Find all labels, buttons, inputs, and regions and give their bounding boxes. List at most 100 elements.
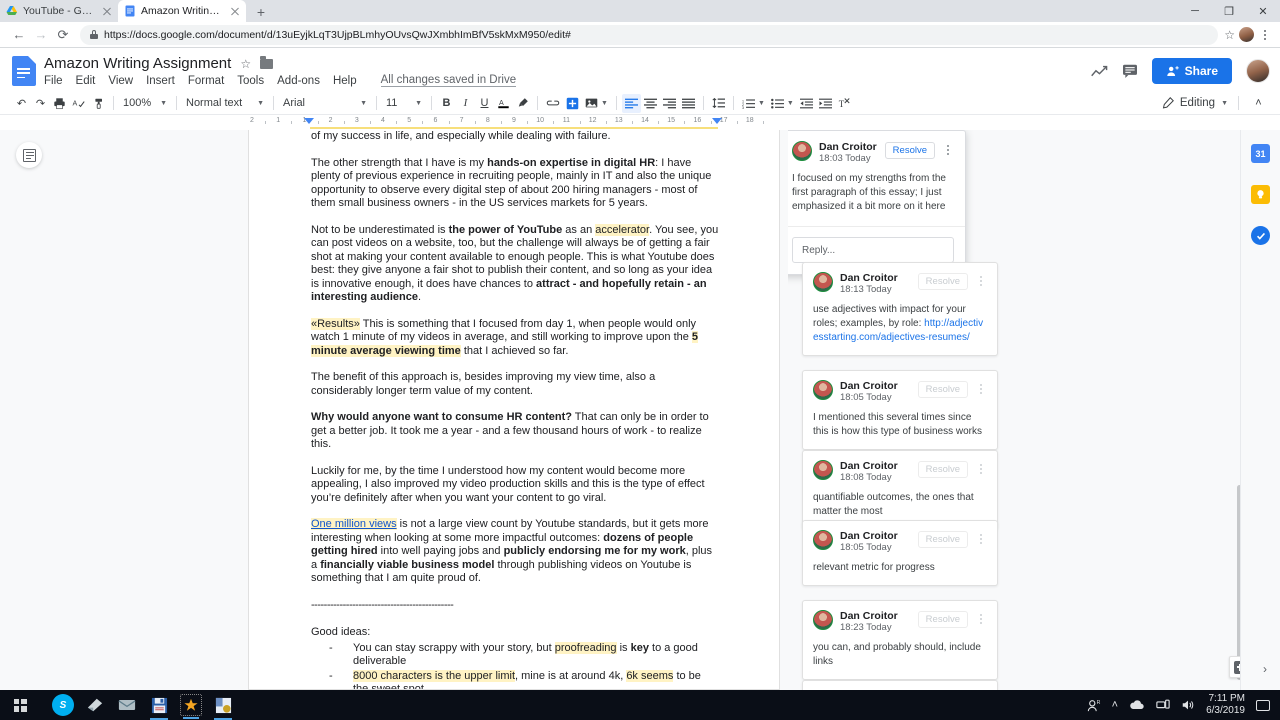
- notes-icon[interactable]: [84, 694, 106, 716]
- media-icon[interactable]: [212, 694, 234, 720]
- clear-formatting-button[interactable]: T: [835, 94, 854, 113]
- forward-icon[interactable]: →: [30, 24, 52, 46]
- resolve-button[interactable]: Resolve: [917, 273, 968, 290]
- share-button[interactable]: Share: [1151, 58, 1232, 84]
- comment-more-options-icon[interactable]: [975, 276, 987, 286]
- browser-tab-amazon-writing-assignment[interactable]: Amazon Writing Assignment - G: [118, 0, 246, 22]
- comment-card[interactable]: Dan Croitor 18:13 Today Resolve use adjecti…: [802, 262, 998, 356]
- resolve-button[interactable]: Resolve: [917, 461, 968, 478]
- start-button[interactable]: [0, 690, 40, 720]
- comment-card[interactable]: Dan Croitor 18:23 Today Resolve you can, an…: [802, 600, 998, 680]
- zoom-select[interactable]: 100% ▼: [119, 94, 171, 113]
- menu-item-view[interactable]: View: [108, 75, 133, 87]
- close-window-button[interactable]: ✕: [1246, 0, 1280, 22]
- document-body[interactable]: of my success in life, and especially wh…: [311, 130, 719, 689]
- menu-item-file[interactable]: File: [44, 75, 63, 87]
- italic-button[interactable]: I: [456, 94, 475, 113]
- align-center-button[interactable]: [641, 94, 660, 113]
- comment-card[interactable]: Dan Croitor 18:05 Today Resolve I mentioned…: [802, 370, 998, 450]
- hide-menus-button[interactable]: ˄: [1249, 94, 1268, 113]
- calendar-icon[interactable]: 31: [1251, 144, 1270, 163]
- menu-item-addons[interactable]: Add-ons: [277, 75, 320, 87]
- menu-item-help[interactable]: Help: [333, 75, 357, 87]
- save-icon[interactable]: [148, 694, 170, 720]
- maximize-button[interactable]: ❐: [1212, 0, 1246, 22]
- close-icon[interactable]: [230, 6, 240, 16]
- expand-rail-icon[interactable]: ›: [1263, 662, 1267, 676]
- bookmark-star-icon[interactable]: ☆: [1224, 28, 1235, 42]
- resolve-button[interactable]: Resolve: [917, 381, 968, 398]
- comment-history-icon[interactable]: [1122, 64, 1138, 78]
- comment-more-options-icon[interactable]: [975, 464, 987, 474]
- new-tab-button[interactable]: +: [250, 2, 272, 22]
- redo-button[interactable]: ↷: [31, 94, 50, 113]
- onedrive-cloud-icon[interactable]: [1129, 699, 1145, 711]
- back-icon[interactable]: ←: [8, 24, 30, 46]
- clock[interactable]: 7:11 PM 6/3/2019: [1206, 693, 1245, 717]
- comment-link[interactable]: http://adjectivesstarting.com/adjectives…: [813, 318, 983, 343]
- comment-more-options-icon[interactable]: [975, 534, 987, 544]
- add-comment-button[interactable]: [563, 94, 582, 113]
- right-indent-marker[interactable]: [712, 118, 722, 124]
- resolve-button[interactable]: Resolve: [917, 611, 968, 628]
- keep-bulb-icon[interactable]: [1251, 185, 1270, 204]
- comment-more-options-icon[interactable]: [942, 145, 954, 155]
- skype-icon[interactable]: S: [52, 694, 74, 716]
- bold-button[interactable]: B: [437, 94, 456, 113]
- notification-icon[interactable]: [1256, 699, 1270, 711]
- bulleted-list-button[interactable]: ▼: [768, 94, 797, 113]
- save-status[interactable]: All changes saved in Drive: [380, 74, 517, 87]
- profile-avatar[interactable]: [1239, 27, 1254, 42]
- menu-item-edit[interactable]: Edit: [76, 75, 96, 87]
- star-icon[interactable]: ☆: [240, 57, 251, 71]
- tasks-check-icon[interactable]: [1251, 226, 1270, 245]
- document-outline-button[interactable]: [16, 142, 42, 168]
- close-icon[interactable]: [102, 6, 112, 16]
- address-bar[interactable]: https://docs.google.com/document/d/13uEy…: [80, 24, 1219, 45]
- account-avatar[interactable]: [1246, 59, 1270, 83]
- spellcheck-button[interactable]: A: [69, 94, 89, 113]
- minimize-button[interactable]: ─: [1178, 0, 1212, 22]
- chrome-menu-icon[interactable]: [1258, 29, 1272, 40]
- comment-card[interactable]: Dan Croitor: [802, 680, 998, 690]
- menu-item-tools[interactable]: Tools: [237, 75, 264, 87]
- menu-item-insert[interactable]: Insert: [146, 75, 175, 87]
- people-icon[interactable]: R: [1087, 699, 1101, 712]
- print-button[interactable]: [50, 94, 69, 113]
- volume-icon[interactable]: [1181, 699, 1195, 711]
- decrease-indent-button[interactable]: [797, 94, 816, 113]
- align-justify-button[interactable]: [679, 94, 698, 113]
- reload-icon[interactable]: ⟳: [52, 24, 74, 46]
- show-hidden-icons-chevron-icon[interactable]: ˄: [1112, 699, 1118, 711]
- comment-more-options-icon[interactable]: [975, 384, 987, 394]
- paragraph-style-select[interactable]: Normal text ▼: [182, 94, 268, 113]
- star-icon[interactable]: [180, 694, 202, 719]
- reply-input[interactable]: Reply...: [792, 237, 954, 263]
- text-color-button[interactable]: A: [494, 94, 513, 113]
- document-page[interactable]: of my success in life, and especially wh…: [248, 130, 780, 690]
- line-spacing-button[interactable]: [709, 94, 728, 113]
- paint-format-button[interactable]: [89, 94, 108, 113]
- increase-indent-button[interactable]: [816, 94, 835, 113]
- underline-button[interactable]: U: [475, 94, 494, 113]
- resolve-button[interactable]: Resolve: [917, 531, 968, 548]
- activity-trend-icon[interactable]: [1090, 65, 1108, 78]
- menu-item-format[interactable]: Format: [188, 75, 224, 87]
- page-title[interactable]: Amazon Writing Assignment: [44, 55, 231, 72]
- font-size-select[interactable]: 11 ▼: [382, 94, 426, 113]
- browser-tab-youtube-drive[interactable]: YouTube - Google Drive: [0, 0, 118, 22]
- highlight-color-button[interactable]: [513, 94, 532, 113]
- align-right-button[interactable]: [660, 94, 679, 113]
- folder-icon[interactable]: [260, 56, 274, 69]
- network-icon[interactable]: [1156, 699, 1170, 711]
- comment-card[interactable]: Dan Croitor 18:08 Today Resolve quantifiabl…: [802, 450, 998, 530]
- undo-button[interactable]: ↶: [12, 94, 31, 113]
- resolve-button[interactable]: Resolve: [884, 142, 935, 159]
- comment-more-options-icon[interactable]: [975, 614, 987, 624]
- comment-card[interactable]: Dan Croitor 18:05 Today Resolve relevant me…: [802, 520, 998, 586]
- insert-link-button[interactable]: [543, 94, 563, 113]
- font-family-select[interactable]: Arial ▼: [279, 94, 371, 113]
- numbered-list-button[interactable]: 123 ▼: [739, 94, 768, 113]
- document-link[interactable]: One million views: [311, 518, 397, 530]
- insert-image-button[interactable]: ▼: [582, 94, 611, 113]
